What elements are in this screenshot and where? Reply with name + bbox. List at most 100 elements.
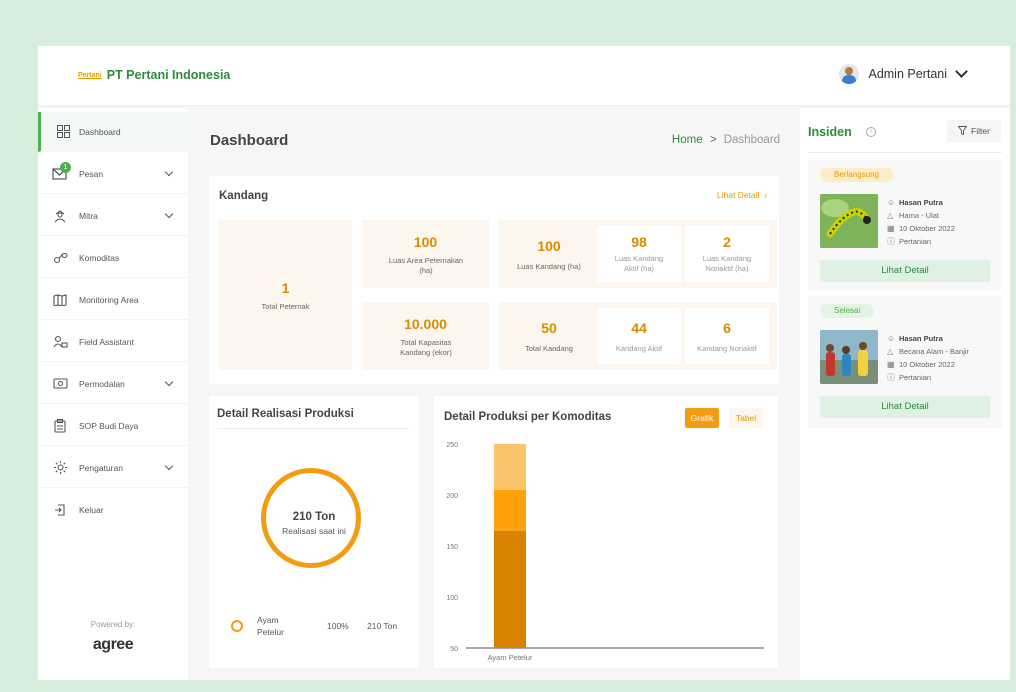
link-icon [52,250,68,266]
sidebar-item-pengaturan[interactable]: Pengaturan [38,448,188,488]
luas-kandang-group: 100 Luas Kandang (ha) 98 Luas Kandang Ak… [499,220,777,288]
realisasi-label: Realisasi saat ini [282,526,346,536]
lihat-detail-label: Lihat Detail [716,190,760,200]
chevron-down-icon[interactable] [164,377,174,387]
legend-value: 210 Ton [367,621,398,631]
legend-dot-icon [231,620,243,632]
sidebar-item-komoditas[interactable]: Komoditas [38,238,188,278]
y-tick-label: 250 [446,442,458,449]
y-tick-label: 150 [446,544,458,551]
clipboard-icon [52,418,68,434]
luas-kandang-stat: 100 Luas Kandang (ha) [499,220,599,288]
info-icon[interactable]: i [866,127,876,137]
total-kandang-value: 50 [541,320,557,336]
chevron-down-icon[interactable] [164,209,174,219]
kandang-aktif-label: Kandang Aktif [615,344,663,353]
bar-segment [494,489,526,531]
filter-icon [957,125,968,137]
legend-name: Ayam Petelur [257,615,284,637]
filter-button[interactable]: Filter [947,120,1001,142]
user-tie-icon [52,208,68,224]
total-kapasitas-tile: 10.000 Total Kapasitas Kandang (ekor) [362,302,489,370]
breadcrumb-separator: > [709,134,717,146]
warning-icon: △ [887,347,894,356]
chevron-down-icon[interactable] [164,167,174,177]
incident-info: ☺ Hasan Putra △ Hama - Ulat ▦ 10 Oktober 20… [887,196,955,248]
sidebar-item-field-assistant[interactable]: Field Assistant [38,322,188,362]
sidebar-item-permodalan[interactable]: Permodalan [38,364,188,404]
info-circle-icon: ⓘ [887,373,895,382]
bar-segment [494,530,526,648]
top-header: Pertani PT Pertani Indonesia Admin Perta… [38,46,1010,106]
sidebar-item-label: Dashboard [79,126,121,137]
incident-photo [820,330,878,384]
incident-category: Pertanian [899,237,932,246]
sidebar: Dashboard 1 Pesan Mitra Komoditas Monito… [38,108,188,680]
luas-area-tile: 100 Luas Area Peternakan (ha) [362,220,489,288]
total-kandang-label: Total Kandang [525,344,573,353]
sidebar-item-keluar[interactable]: Keluar [38,490,188,530]
incident-type: Becana Alam - Banjir [899,347,970,356]
sidebar-item-label: SOP Budi Daya [79,420,139,431]
kandang-nonaktif-value: 6 [723,320,731,336]
total-peternak-tile: 1 Total Peternak [219,220,352,370]
luas-aktif-value: 98 [631,234,647,250]
sidebar-item-label: Permodalan [79,378,125,389]
sidebar-item-mitra[interactable]: Mitra [38,196,188,236]
warning-icon: △ [887,211,894,220]
luas-nonaktif-label: Luas Kandang Nonaktif (ha) [702,254,752,273]
sidebar-item-monitoring-area[interactable]: Monitoring Area [38,280,188,320]
kandang-aktif-tile: 44 Kandang Aktif [597,308,681,364]
lihat-detail-button[interactable]: Lihat Detail [820,396,990,418]
company-logo[interactable]: Pertani PT Pertani Indonesia [78,68,230,82]
avatar [839,64,860,84]
kandang-card: Kandang Lihat Detail › 1 Total Peternak … [209,176,779,384]
incident-card: Selesai ☺ Hasan Putra △ Becana Alam - Banj… [808,296,1002,428]
money-icon [52,376,68,392]
luas-aktif-label: Luas Kandang Aktif (ha) [614,254,664,273]
person-icon: ☺ [887,334,896,343]
lihat-detail-link[interactable]: Lihat Detail › [717,190,767,200]
sidebar-item-label: Monitoring Area [79,294,139,305]
incident-category: Pertanian [899,373,932,382]
luas-area-label: Luas Area Peternakan (ha) [388,256,464,275]
sidebar-item-label: Keluar [79,505,104,515]
luas-nonaktif-tile: 2 Luas Kandang Nonaktif (ha) [685,226,769,282]
sidebar-item-pesan[interactable]: 1 Pesan [38,154,188,194]
sidebar-item-sop-budi-daya[interactable]: SOP Budi Daya [38,406,188,446]
company-name: PT Pertani Indonesia [106,68,231,82]
lihat-detail-button[interactable]: Lihat Detail [820,260,990,282]
info-circle-icon: ⓘ [887,237,895,246]
y-tick-label: 200 [446,493,458,500]
gear-icon [52,460,68,476]
total-peternak-label: Total Peternak [261,302,310,311]
luas-aktif-tile: 98 Luas Kandang Aktif (ha) [597,226,681,282]
luas-kandang-label: Luas Kandang (ha) [517,262,581,271]
bar-segment [494,444,526,490]
sidebar-item-dashboard[interactable]: Dashboard [38,112,188,152]
chevron-right-icon: › [761,190,767,200]
kandang-title: Kandang [219,190,269,202]
breadcrumb-home[interactable]: Home [672,134,703,146]
realisasi-title: Detail Realisasi Produksi [217,408,354,420]
sidebar-item-label: Komoditas [79,252,120,263]
chevron-down-icon[interactable] [955,65,968,78]
calendar-icon: ▦ [887,360,895,369]
total-kandang-stat: 50 Total Kandang [499,302,599,370]
user-name: Admin Pertani [868,67,947,81]
powered-by-label: Powered by: [90,620,136,629]
total-kapasitas-label: Total Kapasitas Kandang (ekor) [400,338,452,357]
chevron-down-icon[interactable] [164,461,174,471]
divider [217,428,409,429]
sidebar-item-label: Pengaturan [79,462,123,473]
users-icon [52,334,68,350]
luas-kandang-value: 100 [537,238,561,254]
user-menu[interactable]: Admin Pertani [839,64,968,84]
kandang-nonaktif-tile: 6 Kandang Nonaktif [685,308,769,364]
total-kapasitas-value: 10.000 [404,316,447,332]
breadcrumb-current: Dashboard [723,134,780,146]
status-badge: Selesai [820,304,875,318]
sidebar-item-label: Mitra [79,210,98,221]
y-tick-label: 50 [450,646,458,653]
komoditas-card: Detail Produksi per Komoditas Grafik Tab… [434,396,778,668]
